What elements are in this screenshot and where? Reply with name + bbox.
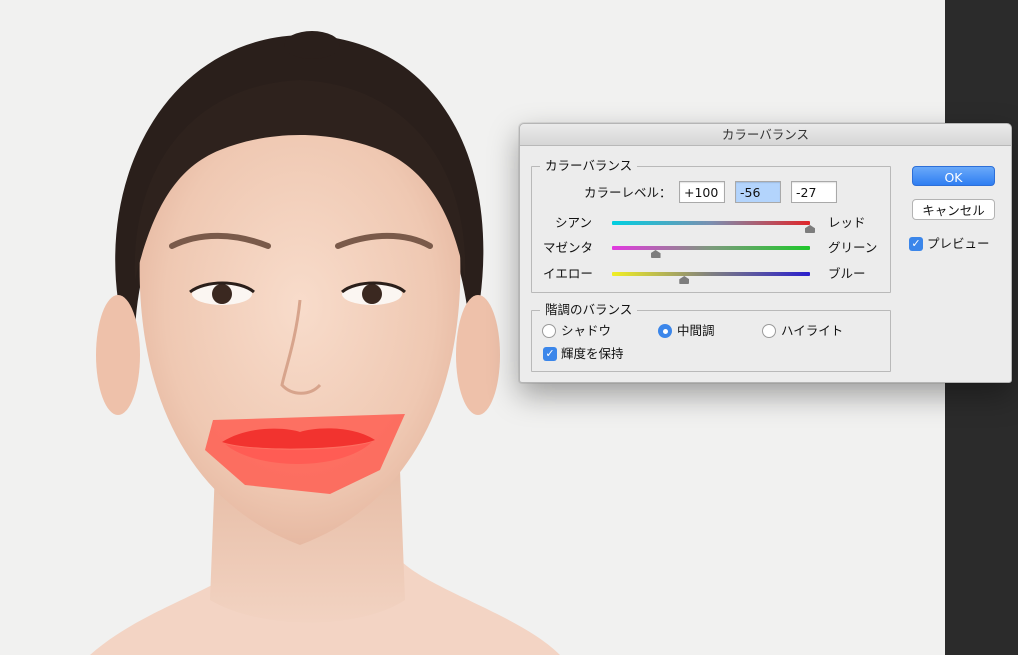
preview-checkbox[interactable]: ✓ bbox=[909, 237, 923, 251]
shadows-label[interactable]: シャドウ bbox=[561, 323, 611, 339]
blue-label: ブルー bbox=[828, 266, 866, 281]
tone-balance-legend: 階調のバランス bbox=[540, 302, 638, 318]
cyan-label: シアン bbox=[555, 215, 593, 230]
preserve-luminosity-checkbox[interactable]: ✓ bbox=[543, 347, 557, 361]
yellow-blue-slider-track[interactable] bbox=[612, 272, 810, 276]
highlights-label[interactable]: ハイライト bbox=[781, 323, 843, 339]
red-label: レッド bbox=[828, 215, 866, 230]
midtones-label[interactable]: 中間調 bbox=[677, 323, 715, 339]
ok-button[interactable]: OK bbox=[912, 166, 995, 186]
dialog-title[interactable]: カラーバランス bbox=[520, 124, 1011, 146]
cancel-button[interactable]: キャンセル bbox=[912, 199, 995, 220]
shadows-radio[interactable] bbox=[542, 324, 556, 338]
magenta-green-slider-thumb[interactable] bbox=[650, 250, 661, 258]
midtones-radio[interactable] bbox=[658, 324, 672, 338]
yellow-label: イエロー bbox=[543, 266, 593, 281]
cyan-red-slider-track[interactable] bbox=[612, 221, 810, 225]
magenta-label: マゼンタ bbox=[543, 240, 594, 255]
tone-balance-group: 階調のバランス シャドウ 中間調 ハイライト ✓ 輝度を保持 bbox=[531, 302, 891, 372]
highlights-radio[interactable] bbox=[762, 324, 776, 338]
magenta-green-slider-track[interactable] bbox=[612, 246, 810, 250]
color-levels-label: カラーレベル： bbox=[584, 185, 672, 200]
color-balance-group: カラーバランス カラーレベル： シアン レッド マゼンタ グリーン イエロー ブ… bbox=[531, 158, 891, 293]
green-label: グリーン bbox=[828, 240, 878, 255]
preview-label[interactable]: プレビュー bbox=[927, 236, 990, 252]
level-cyan-red-input[interactable] bbox=[679, 181, 725, 203]
color-balance-legend: カラーバランス bbox=[540, 158, 638, 174]
yellow-blue-slider-thumb[interactable] bbox=[679, 276, 690, 284]
cyan-red-slider-thumb[interactable] bbox=[805, 225, 815, 233]
preserve-luminosity-label[interactable]: 輝度を保持 bbox=[561, 346, 624, 362]
level-magenta-green-input[interactable] bbox=[735, 181, 781, 203]
color-balance-dialog: カラーバランス カラーバランス カラーレベル： シアン レッド マゼンタ グリー… bbox=[519, 123, 1012, 383]
level-yellow-blue-input[interactable] bbox=[791, 181, 837, 203]
